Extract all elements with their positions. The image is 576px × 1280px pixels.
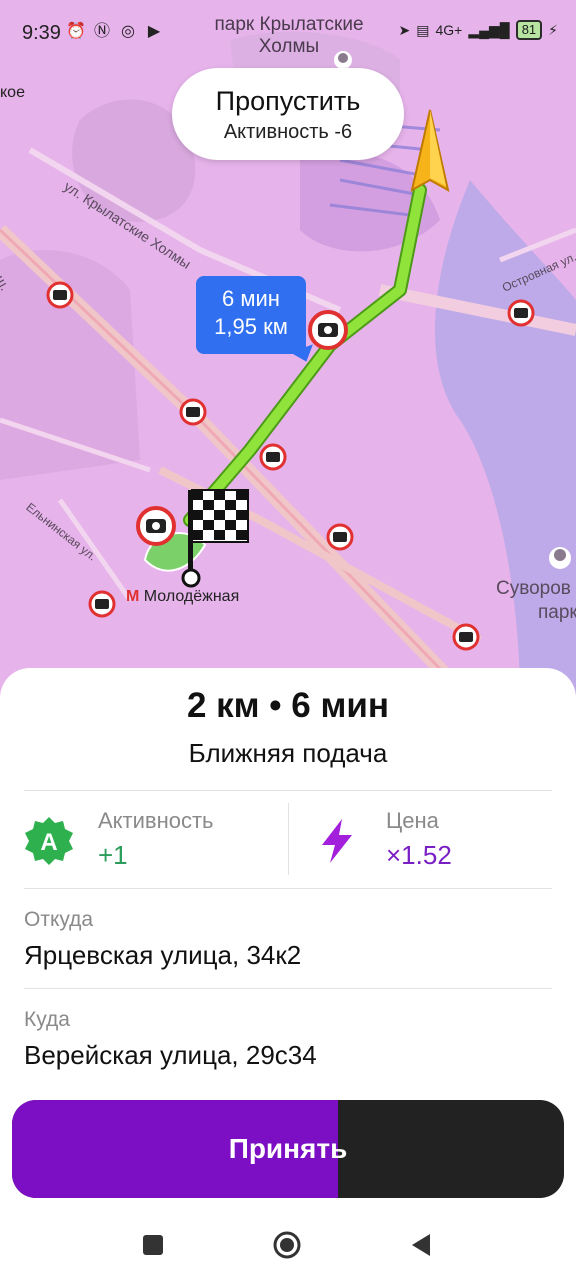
app-notification-icon: ◎ (121, 23, 135, 40)
destination-label: Куда (24, 1008, 70, 1031)
alarm-off-icon: ⏰ (66, 23, 86, 40)
camera-icon (507, 299, 535, 327)
camera-icon (259, 443, 287, 471)
svg-text:A: A (40, 829, 57, 856)
accept-order-button[interactable]: Принять (12, 1100, 564, 1198)
metro-station-label: М Молодёжная (126, 588, 239, 606)
camera-icon (179, 398, 207, 426)
metro-station-name: Молодёжная (143, 588, 240, 605)
accept-label: Принять (228, 1133, 348, 1164)
suvorov-park-label-2: парк (538, 602, 576, 623)
price-multiplier: ×1.52 (386, 840, 452, 870)
charging-icon: ⚡ (548, 21, 558, 38)
skip-order-button[interactable]: Пропустить Активность -6 (172, 68, 404, 160)
square-recents-icon[interactable] (138, 1230, 168, 1260)
order-summary: 2 км • 6 мин (186, 686, 390, 725)
camera-icon (136, 506, 176, 546)
camera-icon (308, 310, 348, 350)
divider (24, 988, 552, 989)
triangle-back-icon[interactable] (406, 1230, 436, 1260)
skip-title: Пропустить (215, 86, 361, 116)
circle-home-icon[interactable] (272, 1230, 302, 1260)
park-title-label: парк Крылатские Холмы (214, 14, 364, 57)
status-time: 9:39 (22, 22, 61, 44)
status-icons: ⏰ Ⓝ ◎ ▶ (66, 22, 164, 42)
activity-badge-icon: A (25, 817, 73, 865)
location-icon: ➤ (398, 21, 411, 38)
network-type: 4G+ (435, 22, 463, 38)
lightning-icon (322, 819, 352, 863)
destination-value: Верейская улица, 29с34 (24, 1040, 317, 1070)
route-distance: 1,95 км (214, 314, 288, 339)
system-nav-bar (0, 1210, 576, 1280)
battery-icon: 81 (515, 20, 543, 40)
order-subtitle: Ближняя подача (188, 738, 388, 768)
activity-value: +1 (98, 840, 128, 870)
nfc-icon: Ⓝ (93, 23, 110, 40)
metro-icon: М (126, 588, 140, 605)
price-label: Цена (386, 808, 439, 833)
status-right: ➤ ▤ 4G+ ▂▄▆█ 81 ⚡ (398, 20, 558, 40)
youtube-icon: ▶ (147, 23, 161, 40)
pickup-value: Ярцевская улица, 34к2 (24, 940, 302, 970)
destination-address: Куда Верейская улица, 29с34 (24, 1008, 552, 1071)
park-tree-icon (549, 547, 571, 569)
route-info-tooltip: 6 мин 1,95 км (196, 276, 318, 366)
divider (24, 888, 552, 889)
camera-icon (88, 590, 116, 618)
volte-icon: ▤ (416, 21, 430, 38)
map-view[interactable]: кое е ш. ул. Крылатские Холмы Ельнинская… (0, 0, 576, 700)
route-time: 6 мин (222, 286, 280, 311)
skip-activity-penalty: Активность -6 (223, 121, 353, 143)
order-sheet: 2 км • 6 мин Ближняя подача A Активность… (0, 668, 576, 1280)
map-label-left-top: кое (0, 84, 25, 101)
camera-icon (46, 281, 74, 309)
activity-stat: A Активность +1 (24, 806, 284, 876)
stats-divider (288, 803, 289, 875)
camera-icon (326, 523, 354, 551)
activity-label: Активность (98, 808, 214, 833)
suvorov-park-label: Суворов (496, 578, 571, 599)
status-bar: 9:39 ⏰ Ⓝ ◎ ▶ парк Крылатские Холмы ➤ ▤ 4… (0, 0, 576, 60)
price-stat: Цена ×1.52 (312, 806, 552, 876)
finish-flag-icon (181, 489, 249, 588)
divider (24, 790, 552, 791)
pickup-label: Откуда (24, 908, 94, 931)
pickup-address: Откуда Ярцевская улица, 34к2 (24, 908, 552, 971)
signal-icon: ▂▄▆█ (468, 21, 510, 38)
camera-icon (452, 623, 480, 651)
